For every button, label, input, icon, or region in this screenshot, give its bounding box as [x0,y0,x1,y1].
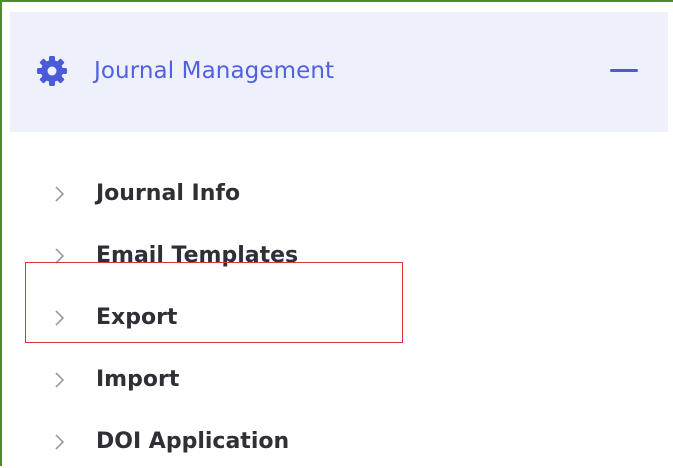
menu-item-journal-info[interactable]: Journal Info [10,168,668,220]
minus-icon [610,69,638,72]
menu-item-label: DOI Application [96,429,290,454]
menu-item-label: Export [96,305,178,330]
window-frame: Journal Management Journal Info Email Te… [0,0,673,468]
menu-item-label: Journal Info [96,181,241,206]
chevron-right-icon [52,308,68,328]
chevron-right-icon [52,184,68,204]
collapse-button[interactable] [606,52,646,92]
chevron-right-icon [52,432,68,452]
menu-item-doi-application[interactable]: DOI Application [10,416,668,468]
gear-icon [35,54,69,88]
section-title: Journal Management [94,58,335,84]
section-header[interactable]: Journal Management [10,12,668,132]
menu-item-import[interactable]: Import [10,354,668,406]
menu-item-label: Email Templates [96,243,299,268]
journal-management-panel: Journal Management Journal Info Email Te… [10,12,668,468]
menu-item-label: Import [96,367,180,392]
menu-item-export[interactable]: Export [10,292,668,344]
chevron-right-icon [52,370,68,390]
chevron-right-icon [52,246,68,266]
menu-item-email-templates[interactable]: Email Templates [10,230,668,282]
